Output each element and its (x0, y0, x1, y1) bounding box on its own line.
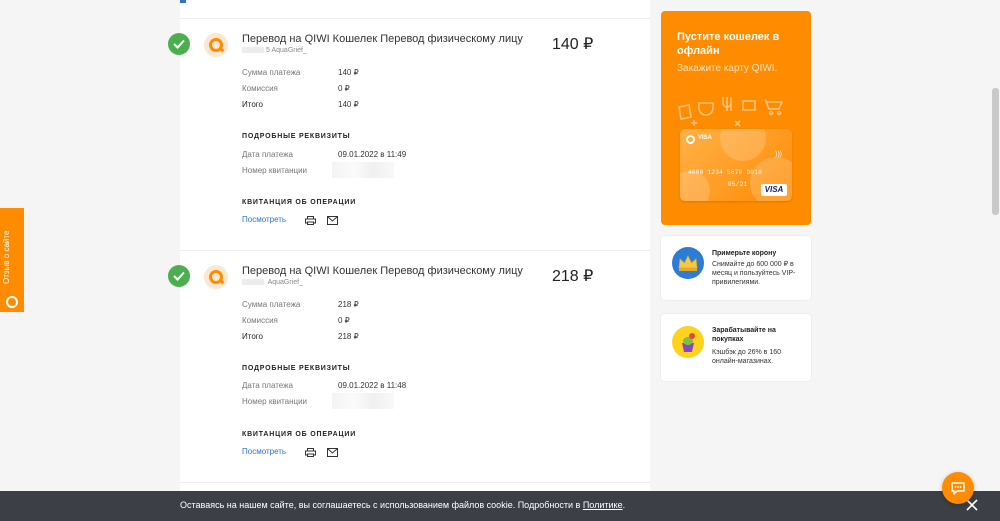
details-heading: ПОДРОБНЫЕ РЕКВИЗИТЫ (242, 365, 351, 372)
chat-button[interactable] (942, 472, 974, 504)
qiwi-logo-icon (6, 296, 18, 308)
crown-promo-card[interactable]: Примерьте корону Снимайте до 600 000 ₽ в… (661, 236, 811, 300)
cashback-promo-card[interactable]: Зарабатывайте на покупках Кэшбэк до 26% … (661, 314, 811, 381)
visa-logo: VISA (761, 184, 787, 196)
receipt-heading: КВИТАНЦИЯ ОБ ОПЕРАЦИИ (242, 199, 357, 206)
success-check-icon (168, 33, 190, 55)
promo-title: Пустите кошелек в офлайн (677, 31, 780, 57)
history-list: Перевод на QIWI Кошелек Перевод физическ… (168, 0, 650, 521)
total-value: 140 ₽ (338, 100, 359, 109)
cookie-message: Оставаясь на нашем сайте, вы соглашаетес… (180, 500, 626, 510)
shopping-doodles-icon (678, 97, 784, 127)
commission-value: 0 ₽ (338, 84, 350, 93)
view-receipt-link[interactable]: Посмотреть (242, 215, 286, 224)
transaction-title: Перевод на QIWI Кошелек Перевод физическ… (242, 33, 523, 45)
recipient-account: AquaGrief_ (242, 279, 303, 286)
transaction-item[interactable]: Перевод на QIWI Кошелек Перевод физическ… (168, 250, 650, 482)
qiwi-provider-icon (204, 33, 228, 57)
feedback-tab[interactable]: Отзыв о сайте (0, 208, 24, 312)
commission-label: Комиссия (242, 84, 278, 93)
card-number: 4000 1234 5678 9010 (688, 169, 763, 176)
total-value: 218 ₽ (338, 332, 359, 341)
cookie-banner: Оставаясь на нашем сайте, вы соглашаетес… (0, 491, 1000, 521)
receipt-number-label: Номер квитанции (242, 166, 308, 175)
card-expiry: 05/21 (728, 181, 748, 188)
cashback-promo-title: Зарабатывайте на покупках (712, 327, 776, 343)
date-value: 09.01.2022 в 11:49 (338, 150, 407, 159)
contactless-icon: ))) (775, 151, 782, 158)
chat-bubble-icon (951, 482, 965, 495)
qiwi-visa-card-image: VISA ))) 4000 1234 5678 9010 05/21 VISA (680, 129, 792, 201)
date-label: Дата платежа (242, 150, 293, 159)
commission-value: 0 ₽ (338, 316, 350, 325)
page-scrollbar[interactable] (992, 88, 999, 215)
receipt-number-redacted (332, 162, 394, 178)
divider (180, 482, 650, 483)
print-icon[interactable] (305, 216, 316, 225)
payment-sum-label: Сумма платежа (242, 68, 301, 77)
close-icon[interactable] (966, 499, 978, 511)
qiwi-provider-icon (204, 265, 228, 289)
cashback-promo-text: Кэшбэк до 26% в 160 онлайн-магазинах. (712, 349, 781, 365)
feedback-label: Отзыв о сайте (2, 230, 11, 284)
transaction-amount: 140 ₽ (552, 36, 594, 53)
crown-icon (672, 247, 704, 279)
top-link-fragment (180, 0, 186, 3)
date-label: Дата платежа (242, 381, 293, 390)
print-icon[interactable] (305, 448, 316, 457)
email-icon[interactable] (327, 448, 338, 457)
total-label: Итого (242, 332, 263, 341)
receipt-heading: КВИТАНЦИЯ ОБ ОПЕРАЦИИ (242, 431, 357, 438)
cashback-icon (672, 326, 704, 358)
payment-sum-label: Сумма платежа (242, 300, 301, 309)
crown-promo-title: Примерьте корону (712, 250, 777, 257)
promo-subtitle: Закажите карту QIWI. (677, 63, 778, 74)
total-label: Итого (242, 100, 263, 109)
receipt-number-redacted (332, 393, 394, 409)
payment-sum-value: 218 ₽ (338, 300, 359, 309)
qiwi-logo-icon (686, 135, 695, 144)
transaction-title: Перевод на QIWI Кошелек Перевод физическ… (242, 265, 523, 277)
recipient-account: 5 AquaGrief_ (242, 47, 307, 54)
privacy-policy-link[interactable]: Политике (583, 500, 623, 510)
crown-promo-text: Снимайте до 600 000 ₽ в месяц и пользуйт… (712, 261, 796, 286)
details-heading: ПОДРОБНЫЕ РЕКВИЗИТЫ (242, 133, 351, 140)
qiwi-card-promo[interactable]: Пустите кошелек в офлайн Закажите карту … (661, 11, 811, 225)
receipt-number-label: Номер квитанции (242, 397, 308, 406)
payment-sum-value: 140 ₽ (338, 68, 359, 77)
success-check-icon (168, 265, 190, 287)
card-brand-small: VISA (698, 135, 713, 141)
date-value: 09.01.2022 в 11:48 (338, 381, 407, 390)
transaction-item[interactable]: Перевод на QIWI Кошелек Перевод физическ… (168, 18, 650, 250)
email-icon[interactable] (327, 216, 338, 225)
view-receipt-link[interactable]: Посмотреть (242, 447, 286, 456)
commission-label: Комиссия (242, 316, 278, 325)
transaction-amount: 218 ₽ (552, 268, 594, 285)
